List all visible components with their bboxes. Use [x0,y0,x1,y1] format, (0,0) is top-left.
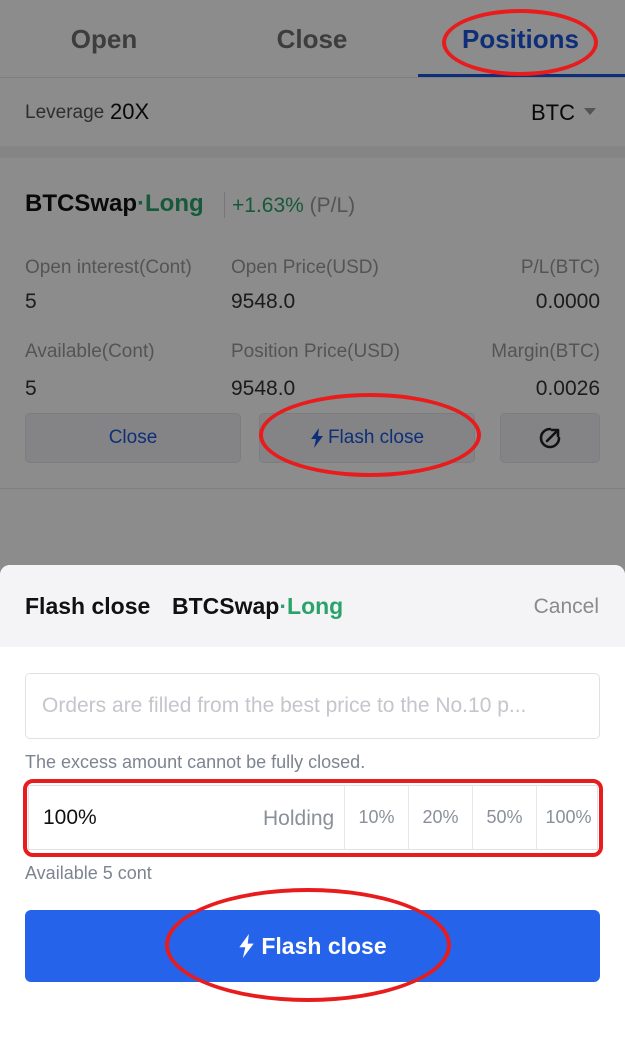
sheet-instrument: BTCSwap [172,593,280,619]
holding-label: Holding [263,807,335,830]
available-contracts: Available 5 cont [25,863,152,883]
sheet-direction: Long [287,593,344,619]
percent-option-10[interactable]: 10% [344,786,408,849]
amount-input[interactable]: 100% [43,806,97,830]
percent-option-20[interactable]: 20% [408,786,472,849]
sheet-title: Flash close [25,593,151,619]
sheet-separator: · [279,593,288,619]
percent-option-100[interactable]: 100% [536,786,600,849]
amount-input-group: 100% Holding 10% 20% 50% 100% [28,785,598,850]
lightning-bolt-icon [239,934,255,958]
flash-close-submit-button[interactable]: Flash close [25,910,600,982]
order-notice-field: Orders are filled from the best price to… [25,673,600,739]
submit-label: Flash close [261,932,387,959]
flash-close-sheet: Flash close BTCSwap·Long Cancel Orders a… [0,565,625,1038]
sheet-header: Flash close BTCSwap·Long Cancel [0,565,625,647]
sheet-instrument-label: BTCSwap·Long [172,593,343,620]
percent-option-50[interactable]: 50% [472,786,536,849]
excess-hint: The excess amount cannot be fully closed… [25,752,366,772]
cancel-button[interactable]: Cancel [534,595,599,619]
